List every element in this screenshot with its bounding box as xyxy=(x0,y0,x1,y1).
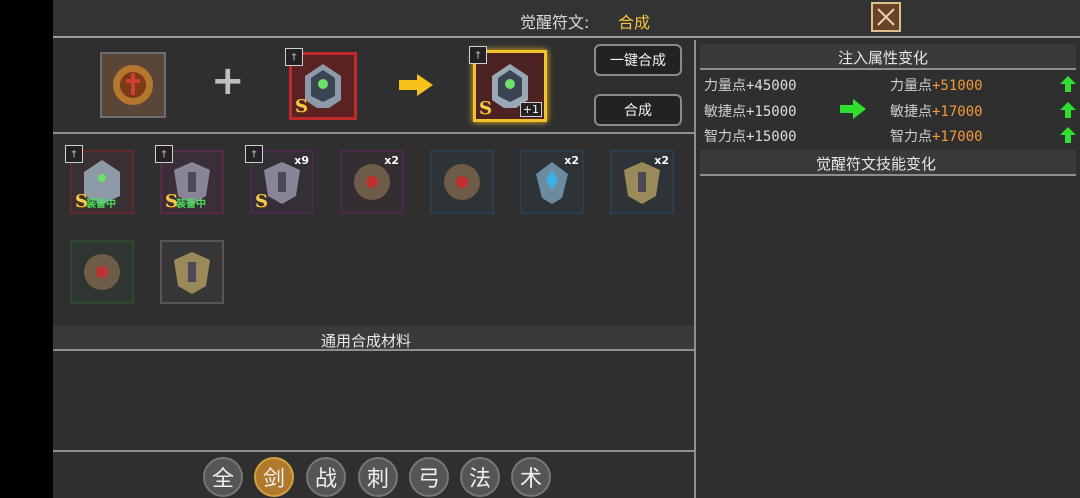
close-icon xyxy=(877,8,895,26)
divider xyxy=(53,132,695,134)
stat-label: 力量点 xyxy=(890,78,932,94)
inventory-item[interactable] xyxy=(160,240,224,304)
rank-s-mark: S xyxy=(255,191,268,212)
source-rune-slot[interactable]: † S xyxy=(285,48,357,120)
stat-value: +51000 xyxy=(932,78,983,94)
sword-class-badge-icon: † xyxy=(285,48,303,66)
divider xyxy=(53,349,695,351)
right-panel: 注入属性变化 力量点+45000 敏捷点+15000 智力点+15000 力量点… xyxy=(696,40,1080,498)
arrow-up-icon xyxy=(1060,102,1076,118)
old-stat-row: 力量点+45000 xyxy=(704,75,797,95)
stat-label: 智力点 xyxy=(704,129,746,145)
sword-class-badge-icon: † xyxy=(469,46,487,64)
rank-s-mark: S xyxy=(295,96,308,117)
arrow-up-icon xyxy=(1060,127,1076,143)
sword-class-badge-icon: † xyxy=(155,145,173,163)
rune-material-icon xyxy=(113,65,153,105)
new-stat-row: 力量点+51000 xyxy=(890,75,983,95)
divider xyxy=(700,68,1076,70)
stat-label: 智力点 xyxy=(890,129,932,145)
quantity-label: x2 xyxy=(564,154,579,167)
equipped-label: 装备中 xyxy=(176,199,206,210)
tab-assassin[interactable]: 刺 xyxy=(358,457,398,497)
stat-label: 敏捷点 xyxy=(704,104,746,120)
one-click-combine-button[interactable]: 一键合成 xyxy=(594,44,682,76)
stat-value: +17000 xyxy=(932,129,983,145)
arrow-right-icon xyxy=(840,99,866,119)
rank-s-mark: S xyxy=(479,98,492,119)
title-value: 合成 xyxy=(618,13,651,32)
claw-rune-icon xyxy=(444,164,480,200)
close-button[interactable] xyxy=(871,2,901,32)
arrow-up-icon xyxy=(1060,76,1076,92)
tab-all[interactable]: 全 xyxy=(203,457,243,497)
tab-warrior[interactable]: 战 xyxy=(306,457,346,497)
tab-mage[interactable]: 法 xyxy=(460,457,500,497)
sword-class-badge-icon: † xyxy=(245,145,263,163)
inventory-item[interactable]: x2 xyxy=(340,150,404,214)
inventory-item[interactable]: † S 装备中 xyxy=(155,145,224,214)
material-slot[interactable] xyxy=(100,52,166,118)
equipped-label: 装备中 xyxy=(86,199,116,210)
sword-class-badge-icon: † xyxy=(65,145,83,163)
inventory-item[interactable]: † S 装备中 xyxy=(65,145,134,214)
claw-rune-icon xyxy=(84,254,120,290)
quantity-label: x2 xyxy=(654,154,669,167)
inventory-item[interactable] xyxy=(430,150,494,214)
inventory-item[interactable]: † S x9 xyxy=(245,145,314,214)
skills-title: 觉醒符文技能变化 xyxy=(816,155,937,173)
stat-label: 敏捷点 xyxy=(890,104,932,120)
old-stat-row: 敏捷点+15000 xyxy=(704,101,797,121)
new-stat-row: 敏捷点+17000 xyxy=(890,101,983,121)
combine-button[interactable]: 合成 xyxy=(594,94,682,126)
title-label: 觉醒符文: xyxy=(520,13,590,32)
stat-label: 力量点 xyxy=(704,78,746,94)
stat-value: +17000 xyxy=(932,104,983,120)
stat-value: +45000 xyxy=(746,78,797,94)
arrow-right-icon xyxy=(399,74,433,96)
level-badge: +1 xyxy=(519,102,542,117)
top-bar: 觉醒符文: 合成 xyxy=(53,0,1080,38)
stat-value: +15000 xyxy=(746,129,797,145)
target-rune-slot[interactable]: † S +1 xyxy=(469,46,547,122)
plus-icon: + xyxy=(211,58,245,104)
attributes-title: 注入属性变化 xyxy=(838,49,929,67)
tab-sorcery[interactable]: 术 xyxy=(511,457,551,497)
divider xyxy=(53,450,695,452)
armor-rune-icon xyxy=(174,252,210,294)
tab-sword[interactable]: 剑 xyxy=(254,457,294,497)
left-panel: + † S † S +1 一键合成 合成 † S 装备中 † S 装备中 † S… xyxy=(53,40,695,498)
tab-bow[interactable]: 弓 xyxy=(409,457,449,497)
quantity-label: x2 xyxy=(384,154,399,167)
divider xyxy=(700,174,1076,176)
stat-value: +15000 xyxy=(746,104,797,120)
new-stat-row: 智力点+17000 xyxy=(890,126,983,146)
materials-title: 通用合成材料 xyxy=(321,332,412,350)
inventory-item[interactable] xyxy=(70,240,134,304)
quantity-label: x9 xyxy=(294,154,309,167)
inventory-item[interactable]: x2 xyxy=(610,150,674,214)
inventory-item[interactable]: x2 xyxy=(520,150,584,214)
rune-synthesis-window: 觉醒符文: 合成 + † S † S +1 一键合成 合成 † S 装备中 † … xyxy=(53,0,1080,498)
old-stat-row: 智力点+15000 xyxy=(704,126,797,146)
